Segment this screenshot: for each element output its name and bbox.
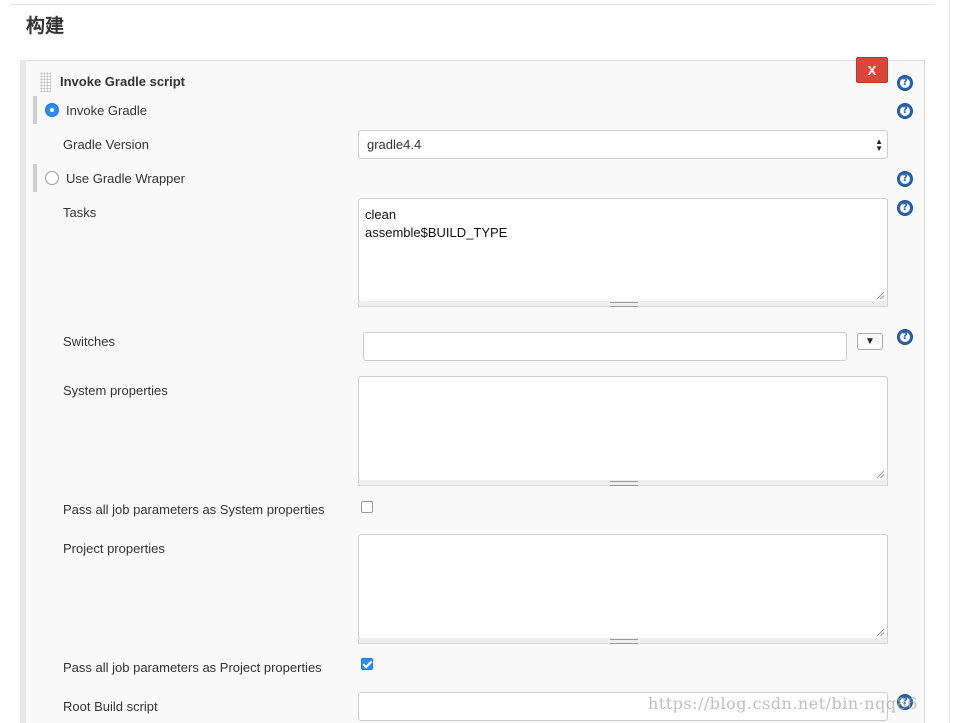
- use-gradle-wrapper-label[interactable]: Use Gradle Wrapper: [66, 171, 185, 186]
- system-properties-label: System properties: [63, 383, 168, 398]
- up-down-arrows-icon: ▲ ▼: [875, 137, 883, 153]
- pass-project-properties-label: Pass all job parameters as Project prope…: [63, 660, 322, 675]
- use-gradle-wrapper-radio[interactable]: [45, 171, 59, 185]
- resize-grip-icon[interactable]: [877, 629, 884, 636]
- help-icon-switches[interactable]: ?: [897, 329, 913, 345]
- help-icon-step[interactable]: ?: [897, 75, 913, 91]
- right-divider: [949, 0, 950, 723]
- top-divider: [10, 4, 935, 5]
- pass-project-properties-checkbox[interactable]: [361, 658, 373, 670]
- radio-group-bar: [33, 164, 37, 192]
- gradle-version-value: gradle4.4: [367, 137, 422, 152]
- panel-left-bar: [20, 60, 26, 723]
- step-title: Invoke Gradle script: [60, 74, 185, 89]
- help-icon-invoke-gradle[interactable]: ?: [897, 103, 913, 119]
- project-properties-label: Project properties: [63, 541, 165, 556]
- tasks-textarea[interactable]: clean assemble$BUILD_TYPE: [358, 198, 888, 302]
- resize-grip-icon[interactable]: [877, 471, 884, 478]
- question-mark-icon: ?: [902, 77, 908, 88]
- switches-input[interactable]: [363, 332, 847, 361]
- system-properties-textarea[interactable]: [358, 376, 888, 481]
- radio-group-bar: [33, 96, 37, 124]
- switches-label: Switches: [63, 334, 116, 349]
- help-icon-gradle-wrapper[interactable]: ?: [897, 171, 913, 187]
- system-properties-expand-handle[interactable]: [358, 480, 888, 486]
- tasks-label: Tasks: [63, 205, 97, 220]
- gradle-version-label: Gradle Version: [63, 137, 149, 152]
- question-mark-icon: ?: [902, 173, 908, 184]
- gradle-version-select[interactable]: gradle4.4 ▲ ▼: [358, 130, 888, 159]
- root-build-script-label: Root Build script: [63, 699, 158, 714]
- pass-system-properties-checkbox[interactable]: [361, 501, 373, 513]
- question-mark-icon: ?: [902, 202, 908, 213]
- tasks-expand-handle[interactable]: [358, 301, 888, 307]
- question-mark-icon: ?: [902, 331, 908, 342]
- invoke-gradle-radio[interactable]: [45, 103, 59, 117]
- drag-handle-icon[interactable]: [40, 72, 51, 92]
- project-properties-expand-handle[interactable]: [358, 638, 888, 644]
- section-title: 构建: [26, 15, 65, 37]
- invoke-gradle-label[interactable]: Invoke Gradle: [66, 103, 147, 118]
- question-mark-icon: ?: [902, 105, 908, 116]
- project-properties-textarea[interactable]: [358, 534, 888, 639]
- page: 构建 Invoke Gradle script X ? ? ? ? ? ? In…: [0, 0, 978, 723]
- pass-system-properties-label: Pass all job parameters as System proper…: [63, 502, 325, 517]
- watermark: https://blog.csdn.net/bin·nqq86: [648, 694, 918, 713]
- resize-grip-icon[interactable]: [877, 292, 884, 299]
- help-icon-tasks[interactable]: ?: [897, 200, 913, 216]
- switches-expand-button[interactable]: ▼: [857, 333, 883, 350]
- delete-step-button[interactable]: X: [856, 57, 888, 83]
